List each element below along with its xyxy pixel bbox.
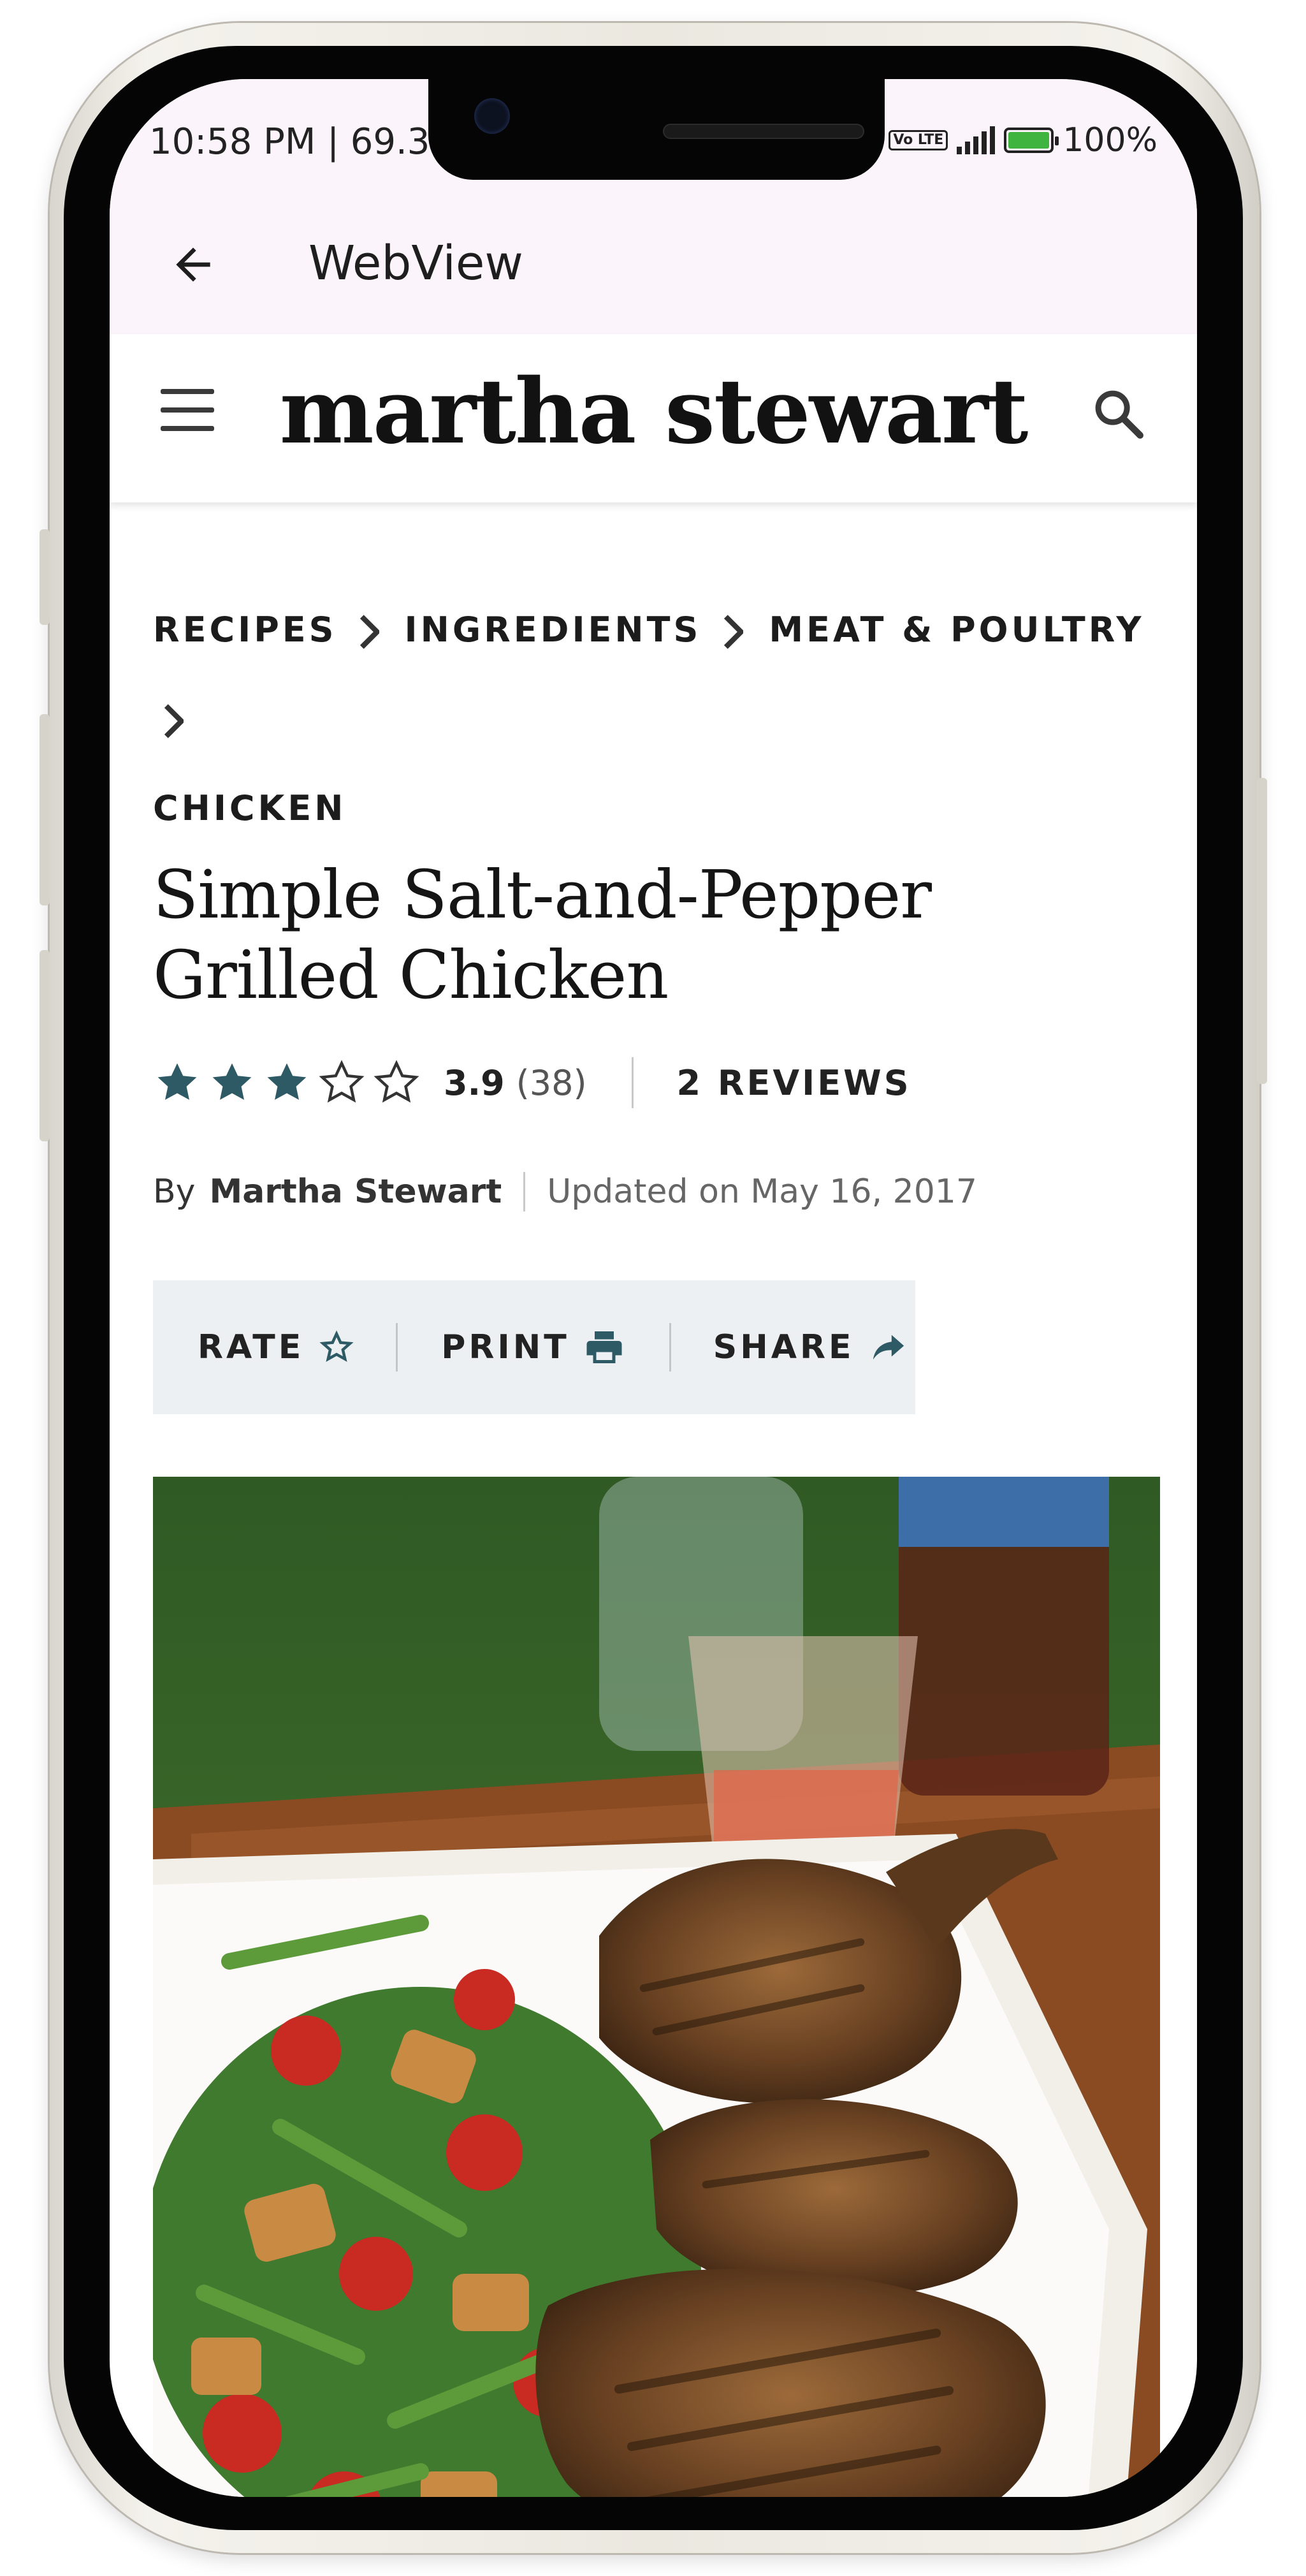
battery-icon — [1004, 128, 1059, 153]
rating-stars[interactable] — [153, 1058, 421, 1107]
battery-fill — [1008, 132, 1050, 149]
search-icon-glyph — [1095, 390, 1143, 439]
share-label: SHARE — [713, 1328, 855, 1366]
front-camera — [474, 98, 510, 134]
app-bar-title: WebView — [308, 236, 523, 291]
byline-by: By — [153, 1173, 196, 1211]
print-button[interactable]: PRINT — [441, 1328, 623, 1366]
breadcrumb: RECIPES INGREDIENTS MEAT & POULTRY CHICKEN — [153, 585, 1160, 853]
status-icons: Vo LTE 100% — [850, 121, 1157, 159]
site-logo[interactable]: martha stewart — [110, 360, 1197, 464]
byline: By Martha Stewart Updated on May 16, 201… — [153, 1172, 977, 1211]
print-label: PRINT — [441, 1328, 570, 1366]
chevron-right-icon — [164, 704, 184, 739]
arrow-left-icon — [176, 247, 210, 282]
divider — [396, 1323, 398, 1372]
rating-count: (38) — [516, 1062, 587, 1103]
updated-date: Updated on May 16, 2017 — [547, 1173, 977, 1211]
hero-image — [153, 1477, 1160, 2497]
breadcrumb-ingredients[interactable]: INGREDIENTS — [405, 585, 702, 675]
battery-percent: 100% — [1063, 121, 1157, 159]
reviews-link[interactable]: 2 REVIEWS — [677, 1063, 911, 1103]
divider — [669, 1323, 671, 1372]
star-outline-icon — [319, 1330, 354, 1362]
star-outline-icon[interactable] — [372, 1058, 421, 1107]
phone-side-button — [40, 529, 50, 625]
star-outline-icon[interactable] — [317, 1058, 366, 1107]
rating-value: 3.9 — [444, 1062, 505, 1103]
phone-side-button — [1257, 778, 1267, 1084]
star-filled-icon[interactable] — [153, 1058, 201, 1107]
breadcrumb-meat-poultry[interactable]: MEAT & POULTRY — [769, 585, 1144, 675]
site-header: martha stewart — [110, 334, 1197, 502]
phone-screen: 10:58 PM | 69.3KB/s Vo LTE 100% WebView … — [110, 79, 1197, 2497]
divider — [523, 1172, 526, 1211]
star-filled-icon[interactable] — [208, 1058, 256, 1107]
breadcrumb-recipes[interactable]: RECIPES — [153, 585, 337, 675]
volte-badge: Vo LTE — [889, 130, 948, 150]
rating-row: 3.9 (38) 2 REVIEWS — [153, 1051, 911, 1115]
share-button[interactable]: SHARE — [713, 1328, 907, 1366]
signal-icon — [957, 126, 996, 154]
chevron-right-icon — [359, 615, 379, 650]
phone-speaker — [663, 124, 864, 139]
chevron-right-icon — [724, 615, 744, 650]
divider — [631, 1057, 634, 1108]
rate-label: RATE — [198, 1328, 305, 1366]
breadcrumb-chicken[interactable]: CHICKEN — [153, 764, 346, 853]
share-arrow-icon — [873, 1335, 904, 1360]
rate-button[interactable]: RATE — [198, 1328, 354, 1366]
author-link[interactable]: Martha Stewart — [209, 1173, 502, 1211]
star-filled-icon[interactable] — [263, 1058, 311, 1107]
printer-icon — [586, 1331, 622, 1363]
back-button[interactable] — [158, 230, 228, 300]
action-bar: RATE PRINT SHARE — [153, 1280, 915, 1414]
grilled-chicken-photo — [153, 1477, 1160, 2497]
recipe-title: Simple Salt-and-Pepper Grilled Chicken — [153, 856, 932, 1014]
phone-side-button — [40, 950, 50, 1141]
phone-side-button — [40, 714, 50, 905]
search-icon[interactable] — [1090, 385, 1147, 443]
